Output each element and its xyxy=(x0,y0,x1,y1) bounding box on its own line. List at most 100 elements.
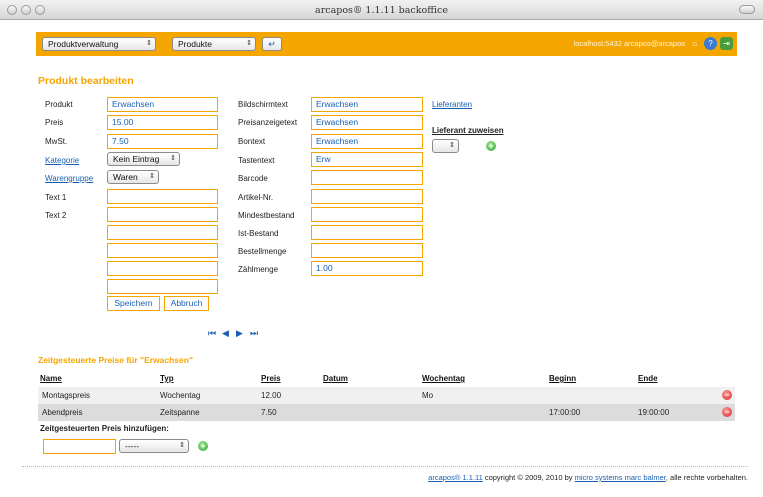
product-link[interactable]: arcapos® 1.1.11 xyxy=(428,473,483,482)
timed-price-type-select[interactable]: ----- ⇕ xyxy=(119,439,189,453)
delete-row-icon[interactable]: − xyxy=(722,407,732,417)
table-row[interactable]: Montagspreis Wochentag 12.00 Mo − xyxy=(38,387,735,404)
text2-field-line-2[interactable] xyxy=(107,225,218,240)
main-toolbar: Produktverwaltung ⇕ Produkte ⇕ ↵ localho… xyxy=(36,32,737,56)
toolbar-toggle-button[interactable] xyxy=(739,5,755,14)
cancel-button[interactable]: Abbruch xyxy=(164,296,209,311)
bildschirmtext-field[interactable]: Erwachsen xyxy=(311,97,423,112)
home-icon[interactable]: ⌂ xyxy=(688,37,701,50)
add-timed-price-icon[interactable]: + xyxy=(198,441,208,451)
cell-preis: 12.00 xyxy=(261,391,282,400)
timed-price-input[interactable] xyxy=(43,439,116,454)
column-header-datum: Datum xyxy=(323,374,348,383)
delete-row-icon[interactable]: − xyxy=(722,390,732,400)
artikelnr-label: Artikel-Nr. xyxy=(238,193,274,202)
cell-wochentag: Mo xyxy=(422,391,434,400)
footer: arcapos® 1.1.11 copyright © 2009, 2010 b… xyxy=(428,473,748,482)
previous-record-icon[interactable]: ◀ xyxy=(222,328,229,339)
lieferant-zuweisen-heading: Lieferant zuweisen xyxy=(432,126,504,135)
first-record-icon[interactable]: ⏮ xyxy=(208,328,216,339)
column-header-wochentag: Wochentag xyxy=(422,374,465,383)
logout-icon[interactable]: ⇥ xyxy=(720,37,733,50)
preis-label: Preis xyxy=(45,118,64,127)
connection-status: localhost:5432 arcapos@arcapos xyxy=(573,39,685,48)
cell-name: Montagspreis xyxy=(42,391,91,400)
mwst-label: MwSt. xyxy=(45,137,68,146)
next-record-icon[interactable]: ▶ xyxy=(236,328,243,339)
cell-beginn: 17:00:00 xyxy=(549,408,581,417)
timed-price-type-select-value: ----- xyxy=(125,441,140,451)
bontext-field[interactable]: Erwachsen xyxy=(311,134,423,149)
text2-field-line-5[interactable] xyxy=(107,279,218,294)
warengruppe-select-value: Waren xyxy=(113,172,138,182)
zaehlmenge-field[interactable]: 1.00 xyxy=(311,261,423,276)
module-select[interactable]: Produktverwaltung ⇕ xyxy=(42,37,156,51)
bestellmenge-label: Bestellmenge xyxy=(238,247,287,256)
cell-typ: Wochentag xyxy=(160,391,201,400)
help-icon[interactable]: ? xyxy=(704,37,717,50)
lieferanten-link[interactable]: Lieferanten xyxy=(432,100,472,109)
window-titlebar: arcapos® 1.1.11 backoffice xyxy=(0,0,763,20)
text2-field-line-1[interactable] xyxy=(107,207,218,222)
cell-preis: 7.50 xyxy=(261,408,277,417)
kategorie-select[interactable]: Kein Eintrag ⇕ xyxy=(107,152,180,166)
cell-typ: Zeitspanne xyxy=(160,408,200,417)
column-header-typ: Typ xyxy=(160,374,174,383)
view-select-value: Produkte xyxy=(178,39,213,49)
tastentext-field[interactable]: Erw xyxy=(311,152,423,167)
column-header-ende: Ende xyxy=(638,374,658,383)
text2-field-line-3[interactable] xyxy=(107,243,218,258)
barcode-label: Barcode xyxy=(238,174,268,183)
bestellmenge-field[interactable] xyxy=(311,243,423,258)
column-header-preis: Preis xyxy=(261,374,281,383)
cell-name: Abendpreis xyxy=(42,408,83,417)
table-row[interactable]: Abendpreis Zeitspanne 7.50 17:00:00 19:0… xyxy=(38,404,735,421)
bildschirmtext-label: Bildschirmtext xyxy=(238,100,288,109)
zaehlmenge-label: Zählmenge xyxy=(238,265,279,274)
column-header-beginn: Beginn xyxy=(549,374,577,383)
warengruppe-link[interactable]: Warengruppe xyxy=(45,174,93,183)
kategorie-link[interactable]: Kategorie xyxy=(45,156,79,165)
text2-label: Text 2 xyxy=(45,211,67,220)
lieferant-select[interactable]: ⇕ xyxy=(432,139,459,153)
window-title: arcapos® 1.1.11 backoffice xyxy=(315,5,448,16)
module-select-value: Produktverwaltung xyxy=(48,39,119,49)
preisanzeigetext-label: Preisanzeigetext xyxy=(238,118,298,127)
rights-text: , alle rechte vorbehalten. xyxy=(665,473,748,482)
tastentext-label: Tastentext xyxy=(238,156,275,165)
view-select[interactable]: Produkte ⇕ xyxy=(172,37,256,51)
artikelnr-field[interactable] xyxy=(311,189,423,204)
mindestbestand-label: Mindestbestand xyxy=(238,211,295,220)
company-link[interactable]: micro systems marc balmer xyxy=(575,473,666,482)
produkt-field[interactable]: Erwachsen xyxy=(107,97,218,112)
select-arrows-icon: ⇕ xyxy=(149,173,155,180)
kategorie-select-value: Kein Eintrag xyxy=(113,154,160,164)
select-arrows-icon: ⇕ xyxy=(146,40,152,47)
produkt-label: Produkt xyxy=(45,100,73,109)
page-title: Produkt bearbeiten xyxy=(38,75,134,87)
mindestbestand-field[interactable] xyxy=(311,207,423,222)
timed-prices-heading: Zeitgesteuerte Preise für "Erwachsen" xyxy=(38,355,193,365)
mwst-field[interactable]: 7.50 xyxy=(107,134,218,149)
select-arrows-icon: ⇕ xyxy=(449,142,455,149)
copyright-text: copyright © 2009, 2010 by xyxy=(482,473,575,482)
select-arrows-icon: ⇕ xyxy=(170,155,176,162)
go-button[interactable]: ↵ xyxy=(262,37,282,51)
column-header-name: Name xyxy=(40,374,62,383)
select-arrows-icon: ⇕ xyxy=(179,442,185,449)
text1-label: Text 1 xyxy=(45,193,67,202)
text1-field[interactable] xyxy=(107,189,218,204)
preis-field[interactable]: 15.00 xyxy=(107,115,218,130)
preisanzeigetext-field[interactable]: Erwachsen xyxy=(311,115,423,130)
istbestand-label: Ist-Bestand xyxy=(238,229,279,238)
add-lieferant-icon[interactable]: + xyxy=(486,141,496,151)
save-button[interactable]: Speichern xyxy=(107,296,160,311)
barcode-field[interactable] xyxy=(311,170,423,185)
add-timed-price-label: Zeitgesteuerten Preis hinzufügen: xyxy=(40,424,169,433)
last-record-icon[interactable]: ⏭ xyxy=(250,328,258,339)
select-arrows-icon: ⇕ xyxy=(246,40,252,47)
text2-field-line-4[interactable] xyxy=(107,261,218,276)
footer-divider xyxy=(22,466,748,467)
warengruppe-select[interactable]: Waren ⇕ xyxy=(107,170,159,184)
istbestand-field[interactable] xyxy=(311,225,423,240)
